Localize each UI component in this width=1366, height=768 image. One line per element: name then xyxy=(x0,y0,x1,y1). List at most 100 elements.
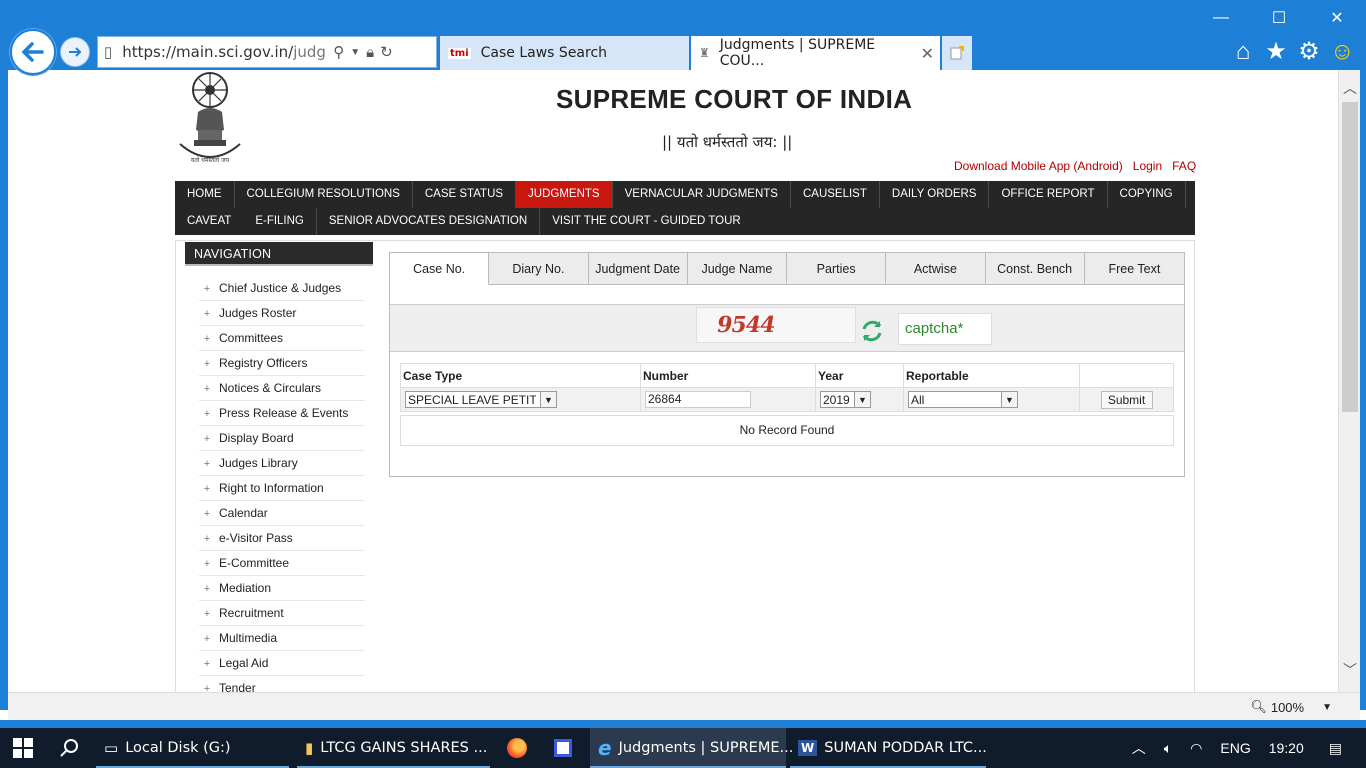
scroll-down-icon[interactable]: ﹀ xyxy=(1339,660,1361,680)
tab-judge-name[interactable]: Judge Name xyxy=(687,253,787,285)
side-item-rti[interactable]: + Right to Information xyxy=(199,476,365,501)
side-item-legal-aid[interactable]: + Legal Aid xyxy=(199,651,365,676)
nav-vernacular-judgments[interactable]: VERNACULAR JUDGMENTS xyxy=(613,181,791,208)
nav-causelist[interactable]: CAUSELIST xyxy=(791,181,880,208)
taskbar-ltcg-folder[interactable]: ▮ LTCG GAINS SHARES ... xyxy=(297,728,490,768)
tmi-favicon-icon: tmi xyxy=(448,47,471,59)
tab-actwise[interactable]: Actwise xyxy=(886,253,986,285)
tab-const-bench[interactable]: Const. Bench xyxy=(985,253,1085,285)
side-item-chief-justice[interactable]: + Chief Justice & Judges xyxy=(199,276,365,301)
side-item-press-release[interactable]: + Press Release & Events xyxy=(199,401,365,426)
side-item-committees[interactable]: + Committees xyxy=(199,326,365,351)
tab-judgments[interactable]: ♜ Judgments | SUPREME COU... ✕ xyxy=(691,36,940,70)
download-app-link[interactable]: Download Mobile App (Android) xyxy=(954,159,1123,173)
nav-senior-advocates[interactable]: SENIOR ADVOCATES DESIGNATION xyxy=(317,208,541,235)
side-item-notices[interactable]: + Notices & Circulars xyxy=(199,376,365,401)
top-links: Download Mobile App (Android) Login FAQ xyxy=(954,159,1196,173)
back-button[interactable] xyxy=(10,29,56,75)
side-item-tender[interactable]: + Tender xyxy=(199,676,365,692)
tab-case-no[interactable]: Case No. xyxy=(390,253,490,285)
col-action xyxy=(1079,363,1174,388)
tab-case-laws[interactable]: tmi Case Laws Search xyxy=(440,36,689,70)
new-tab-button[interactable] xyxy=(942,36,972,70)
side-item-e-visitor-pass[interactable]: + e-Visitor Pass xyxy=(199,526,365,551)
start-button[interactable] xyxy=(8,728,38,768)
tab-label: Case Laws Search xyxy=(480,45,608,61)
plus-icon: + xyxy=(203,658,211,670)
address-bar[interactable]: ▯ https://main.sci.gov.in/judgme ⚲ ▼ 🔒︎ … xyxy=(97,36,437,68)
tab-diary-no[interactable]: Diary No. xyxy=(489,253,589,285)
search-icon[interactable]: ⚲ xyxy=(333,43,344,61)
side-item-judges-library[interactable]: + Judges Library xyxy=(199,451,365,476)
zoom-control[interactable]: 🔍︎ 100% ▼ xyxy=(1250,699,1332,715)
nav-judgments[interactable]: JUDGMENTS xyxy=(516,181,613,208)
volume-icon[interactable]: 🔈︎ xyxy=(1164,740,1172,757)
notifications-icon[interactable]: ▤ xyxy=(1329,740,1342,757)
plus-icon: + xyxy=(203,283,211,295)
taskbar-app[interactable] xyxy=(544,728,582,768)
side-item-judges-roster[interactable]: + Judges Roster xyxy=(199,301,365,326)
forward-button[interactable] xyxy=(60,37,90,67)
scroll-thumb[interactable] xyxy=(1342,102,1358,412)
favorites-star-icon[interactable]: ★ xyxy=(1264,38,1288,66)
url-text[interactable]: https://main.sci.gov.in/judgme xyxy=(122,43,327,61)
refresh-icon[interactable]: ↻ xyxy=(380,43,393,61)
nav-collegium-resolutions[interactable]: COLLEGIUM RESOLUTIONS xyxy=(235,181,413,208)
tab-free-text[interactable]: Free Text xyxy=(1084,253,1184,285)
case-type-select[interactable]: SPECIAL LEAVE PETITION ▼ xyxy=(405,391,557,408)
search-result-message: No Record Found xyxy=(400,415,1174,446)
side-item-multimedia[interactable]: + Multimedia xyxy=(199,626,365,651)
settings-gear-icon[interactable]: ⚙ xyxy=(1297,38,1321,66)
captcha-input[interactable]: captcha* xyxy=(898,313,992,345)
wifi-icon[interactable]: ◠ xyxy=(1190,740,1202,757)
scroll-up-icon[interactable]: ︿ xyxy=(1339,78,1361,98)
lock-icon[interactable]: 🔒︎ xyxy=(366,44,374,61)
chevron-down-icon[interactable]: ▼ xyxy=(1322,702,1332,713)
close-window-button[interactable]: ✕ xyxy=(1308,0,1366,36)
year-select[interactable]: 2019 ▼ xyxy=(820,391,871,408)
nav-daily-orders[interactable]: DAILY ORDERS xyxy=(880,181,990,208)
tab-judgment-date[interactable]: Judgment Date xyxy=(588,253,688,285)
taskbar-firefox[interactable] xyxy=(498,728,536,768)
chevron-up-icon[interactable]: ︿ xyxy=(1132,738,1146,758)
minimize-button[interactable]: — xyxy=(1192,0,1250,36)
taskbar-local-disk[interactable]: ▭ Local Disk (G:) xyxy=(96,728,289,768)
nav-guided-tour[interactable]: VISIT THE COURT - GUIDED TOUR xyxy=(540,208,753,235)
nav-office-report[interactable]: OFFICE REPORT xyxy=(989,181,1108,208)
side-item-recruitment[interactable]: + Recruitment xyxy=(199,601,365,626)
taskbar-word-doc[interactable]: W SUMAN PODDAR LTC... xyxy=(790,728,987,768)
zoom-magnifier-icon: 🔍︎ xyxy=(1250,699,1267,714)
chevron-down-icon: ▼ xyxy=(1001,392,1017,407)
language-indicator[interactable]: ENG xyxy=(1220,740,1250,756)
side-item-mediation[interactable]: + Mediation xyxy=(199,576,365,601)
nav-home[interactable]: HOME xyxy=(175,181,235,208)
reportable-select[interactable]: All ▼ xyxy=(908,391,1018,408)
side-item-registry-officers[interactable]: + Registry Officers xyxy=(199,351,365,376)
nav-e-filing[interactable]: E-FILING xyxy=(243,208,317,235)
side-item-e-committee[interactable]: + E-Committee xyxy=(199,551,365,576)
nav-case-status[interactable]: CASE STATUS xyxy=(413,181,517,208)
side-item-display-board[interactable]: + Display Board xyxy=(199,426,365,451)
faq-link[interactable]: FAQ xyxy=(1172,159,1196,173)
taskbar-ie-judgments[interactable]: e Judgments | SUPREME... xyxy=(590,728,793,768)
nav-copying[interactable]: COPYING xyxy=(1108,181,1186,208)
plus-icon: + xyxy=(203,683,211,692)
side-navigation: NAVIGATION + Chief Justice & Judges + Judg… xyxy=(185,242,373,692)
feedback-smiley-icon[interactable]: ☺ xyxy=(1330,38,1355,66)
nav-caveat[interactable]: CAVEAT xyxy=(175,208,243,235)
case-number-input[interactable]: 26864 xyxy=(645,391,751,408)
search-button[interactable] xyxy=(54,728,84,768)
page-scrollbar[interactable]: ︿ ﹀ xyxy=(1338,70,1360,692)
refresh-captcha-icon[interactable] xyxy=(858,317,886,345)
dropdown-icon[interactable]: ▼ xyxy=(350,47,360,58)
case-search-form: Case Type Number Year Reportable SPECIAL… xyxy=(400,363,1174,412)
close-tab-icon[interactable]: ✕ xyxy=(921,44,934,63)
side-item-calendar[interactable]: + Calendar xyxy=(199,501,365,526)
internet-explorer-icon: e xyxy=(598,736,612,760)
home-icon[interactable]: ⌂ xyxy=(1231,38,1255,66)
clock[interactable]: 19:20 xyxy=(1269,740,1304,756)
maximize-button[interactable]: ☐ xyxy=(1250,0,1308,36)
submit-button[interactable]: Submit xyxy=(1100,390,1153,409)
tab-parties[interactable]: Parties xyxy=(787,253,887,285)
login-link[interactable]: Login xyxy=(1133,159,1162,173)
